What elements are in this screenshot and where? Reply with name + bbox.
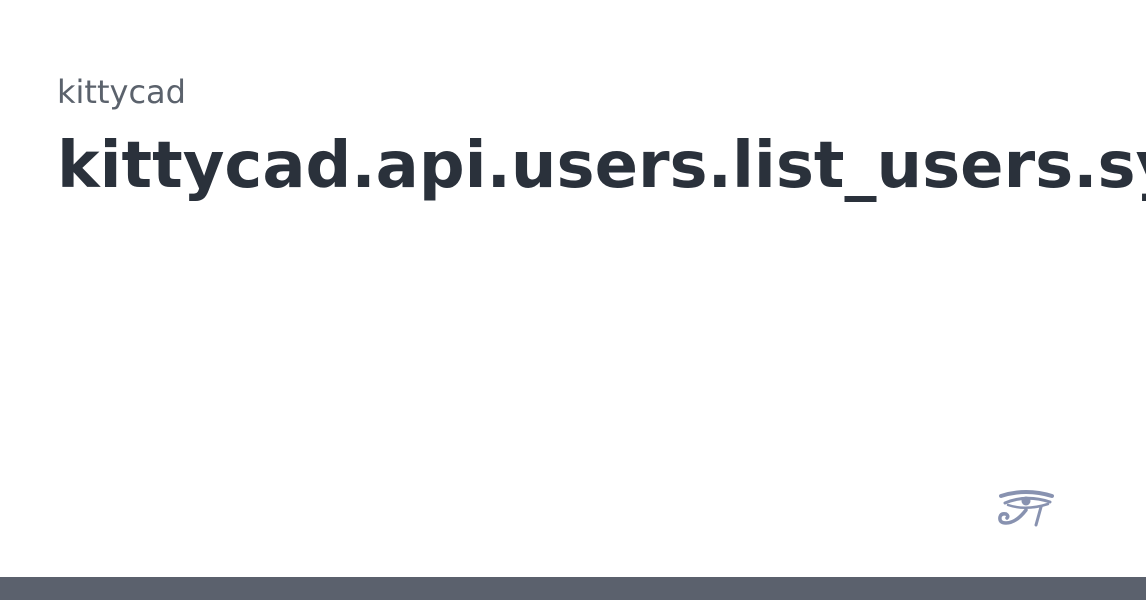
footer-bar [0,577,1146,600]
owner-label: kittycad [57,73,186,111]
eye-of-horus-icon [998,490,1054,527]
social-card: kittycad kittycad.api.users.list_users.s… [0,0,1146,600]
page-title: kittycad.api.users.list_users.sync [57,129,1146,203]
